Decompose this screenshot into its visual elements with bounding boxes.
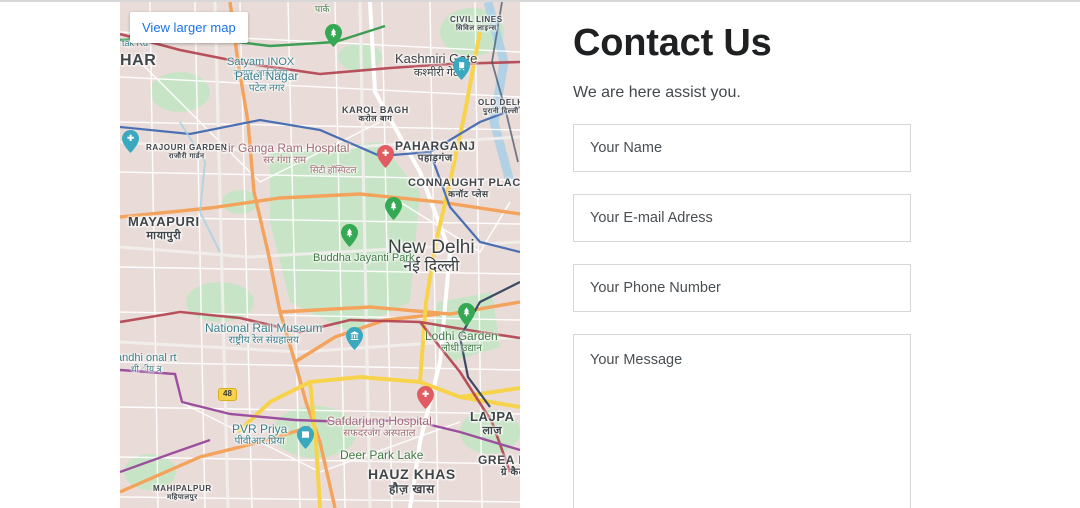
- name-input[interactable]: [574, 124, 910, 171]
- name-field-wrapper[interactable]: [573, 123, 911, 172]
- message-field-wrapper[interactable]: [573, 333, 911, 508]
- contact-section: Contact Us We are here assist you.: [573, 0, 993, 508]
- phone-field-wrapper[interactable]: [573, 263, 911, 312]
- view-larger-map-button[interactable]: View larger map: [130, 12, 248, 43]
- email-input[interactable]: [574, 194, 910, 241]
- page-title: Contact Us: [573, 22, 772, 64]
- contact-page: tak Rd HAR पार्क CIVIL LINES सिविल लाइन्स Kas…: [0, 0, 1080, 508]
- phone-input[interactable]: [574, 264, 910, 311]
- highway-shield-48: 48: [218, 388, 237, 401]
- map-canvas: [120, 2, 520, 508]
- page-subtitle: We are here assist you.: [573, 83, 741, 101]
- email-field-wrapper[interactable]: [573, 193, 911, 242]
- message-textarea[interactable]: [574, 334, 910, 508]
- google-map-embed[interactable]: tak Rd HAR पार्क CIVIL LINES सिविल लाइन्स Kas…: [120, 2, 520, 508]
